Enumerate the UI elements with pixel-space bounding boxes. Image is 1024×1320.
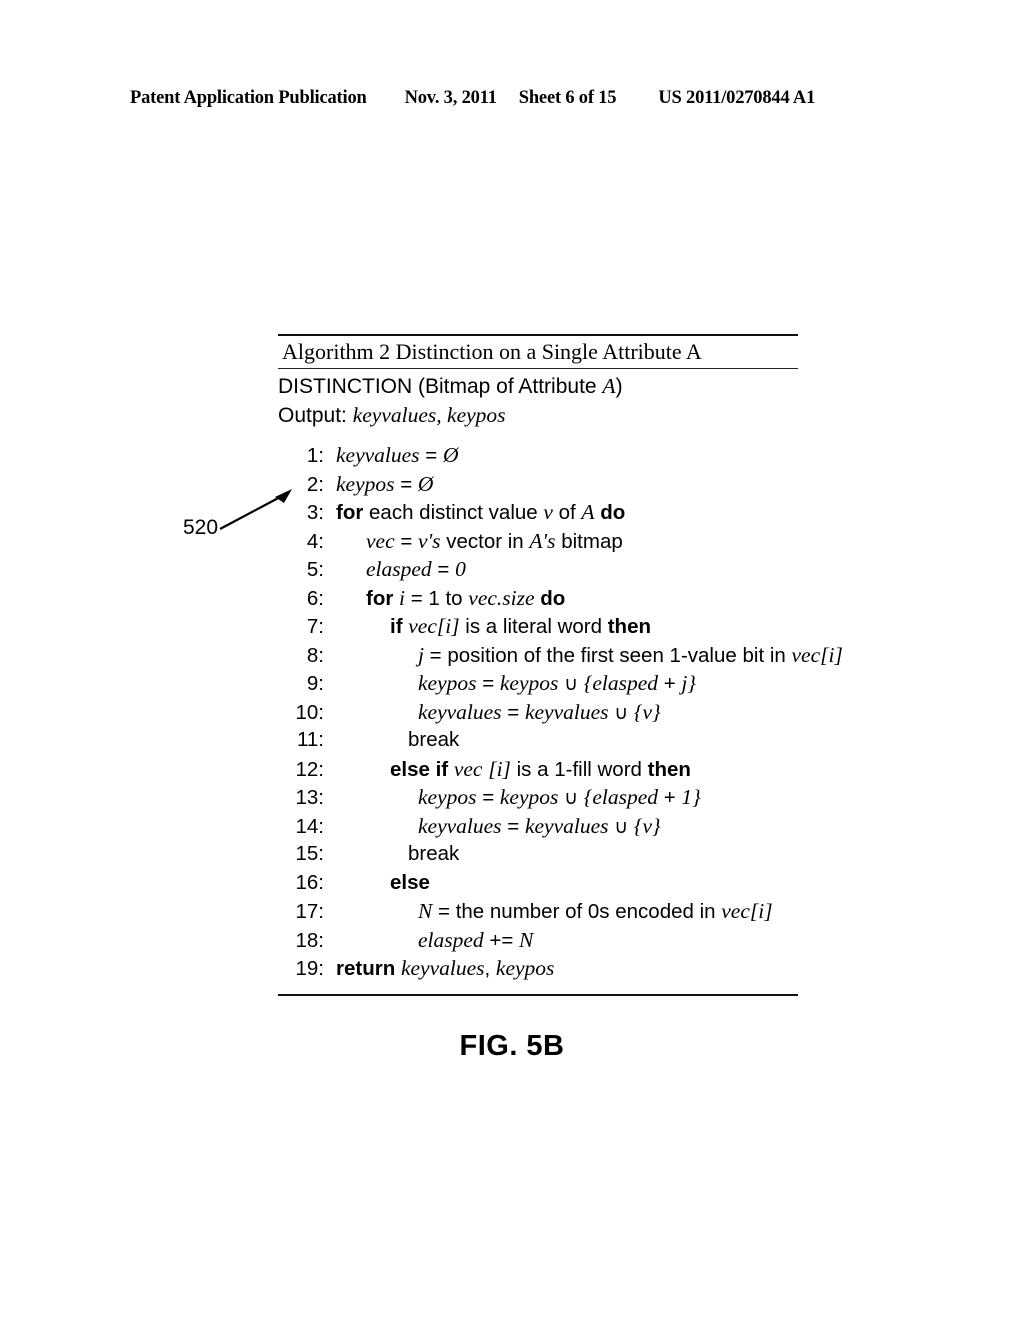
algorithm-line-number: 12:	[295, 757, 325, 781]
algorithm-signature-variable: A	[602, 374, 616, 398]
algorithm-line: 6: for i = 1 to vec.size do	[278, 586, 798, 615]
algorithm-line-number: 5:	[306, 558, 324, 581]
page-header: Patent Application Publication Nov. 3, 2…	[130, 88, 890, 109]
algorithm-line: 10: keyvalues = keyvalues ∪ {v}	[278, 700, 798, 729]
algorithm-line-list: 1: keyvalues = Ø 2: keypos = Ø 3: for each di…	[278, 443, 843, 985]
algorithm-line: 7: if vec[i] is a literal word then	[278, 614, 798, 643]
algorithm-line-code: if vec[i] is a literal word then	[390, 614, 651, 638]
figure-caption: FIG. 5B	[459, 1030, 565, 1062]
algorithm-line-number: 7:	[306, 615, 324, 638]
algorithm-line-number: 6:	[306, 586, 324, 610]
algorithm-line-number: 9:	[306, 672, 324, 695]
algorithm-line-number: 11:	[297, 728, 324, 751]
algorithm-output-label: Output:	[278, 404, 353, 427]
algorithm-line: 8: j = position of the first seen 1-value…	[278, 643, 843, 672]
algorithm-line-code: j = position of the first seen 1-value b…	[418, 642, 843, 667]
algorithm-bottom-rule	[278, 993, 798, 996]
algorithm-line-code: for i = 1 to vec.size do	[366, 585, 566, 610]
algorithm-line: 18: elasped += N	[278, 928, 798, 957]
algorithm-line-code: keypos = keypos ∪ {elasped + 1}	[418, 785, 701, 809]
algorithm-line-number: 18:	[295, 928, 325, 952]
header-date-label: Nov. 3, 2011	[404, 88, 497, 108]
algorithm-output-var-keypos: keypos	[447, 403, 506, 427]
algorithm-line-code: keypos = keypos ∪ {elasped + j}	[418, 671, 696, 695]
algorithm-line-code: break	[408, 842, 460, 865]
algorithm-line-number: 13:	[295, 786, 325, 809]
algorithm-line-code: vec = v's vector in A's bitmap	[366, 528, 623, 553]
algorithm-line-code: keyvalues = keyvalues ∪ {v}	[418, 813, 661, 838]
algorithm-line: 5: elasped = 0	[278, 557, 798, 586]
algorithm-line-number: 16:	[295, 870, 325, 894]
algorithm-line: 1: keyvalues = Ø	[278, 443, 798, 472]
header-sheet-label: Sheet 6 of 15	[518, 88, 617, 108]
algorithm-line-code: else if vec [i] is a 1-fill word then	[390, 756, 691, 781]
algorithm-line-code: elasped = 0	[366, 557, 466, 581]
algorithm-line: 11: break	[278, 728, 798, 757]
algorithm-line-code: keyvalues = keyvalues ∪ {v}	[418, 699, 661, 724]
algorithm-line-number: 15:	[295, 842, 325, 865]
algorithm-signature-suffix: )	[615, 375, 623, 398]
algorithm-signature-prefix: DISTINCTION (Bitmap of Attribute	[278, 375, 603, 398]
algorithm-line-code: for each distinct value v of A do	[336, 500, 626, 524]
algorithm-line: 3: for each distinct value v of A do	[278, 500, 798, 529]
reference-leader-arrow-icon	[219, 489, 292, 530]
algorithm-line: 2: keypos = Ø	[278, 472, 798, 501]
algorithm-signature: DISTINCTION (Bitmap of Attribute A)	[278, 369, 798, 401]
algorithm-line: 14: keyvalues = keyvalues ∪ {v}	[278, 814, 798, 843]
algorithm-line: 17: N = the number of 0s encoded in vec[i…	[278, 899, 798, 928]
algorithm-line: 16: else	[278, 871, 798, 900]
algorithm-line-number: 8:	[306, 643, 324, 667]
algorithm-line-code: break	[408, 728, 460, 751]
algorithm-output: Output: keyvalues, keypos	[278, 401, 798, 430]
algorithm-line-number: 4:	[306, 529, 324, 553]
algorithm-line: 15: break	[278, 842, 798, 871]
algorithm-line: 4: vec = v's vector in A's bitmap	[278, 529, 798, 558]
algorithm-output-separator: ,	[436, 403, 448, 427]
algorithm-line: 13: keypos = keypos ∪ {elasped + 1}	[278, 785, 798, 814]
algorithm-line: 9: keypos = keypos ∪ {elasped + j}	[278, 671, 798, 700]
algorithm-line-code: N = the number of 0s encoded in vec[i]	[418, 899, 773, 923]
algorithm-line-code: keyvalues = Ø	[336, 443, 459, 467]
algorithm-line-code: keypos = Ø	[336, 471, 434, 496]
header-patent-number: US 2011/0270844 A1	[658, 88, 816, 108]
algorithm-line: 12: else if vec [i] is a 1-fill word then	[278, 757, 798, 786]
algorithm-line-code: return keyvalues, keypos	[336, 956, 555, 980]
algorithm-output-var-keyvalues: keyvalues	[352, 403, 437, 427]
algorithm-title: Algorithm 2 Distinction on a Single Attr…	[282, 339, 702, 364]
reference-numeral-520: 520	[183, 516, 219, 539]
algorithm-line-number: 1:	[306, 444, 324, 467]
algorithm-line-code: else	[390, 870, 430, 894]
algorithm-line-number: 10:	[295, 700, 325, 724]
algorithm-line-number: 19:	[295, 957, 325, 980]
algorithm-line-code: elasped += N	[418, 927, 534, 952]
algorithm-line-number: 17:	[295, 900, 325, 923]
algorithm-line: 19: return keyvalues, keypos	[278, 956, 798, 985]
algorithm-line-number: 14:	[295, 814, 325, 838]
header-publication-label: Patent Application Publication	[130, 88, 367, 108]
algorithm-box: Algorithm 2 Distinction on a Single Attr…	[278, 334, 843, 996]
